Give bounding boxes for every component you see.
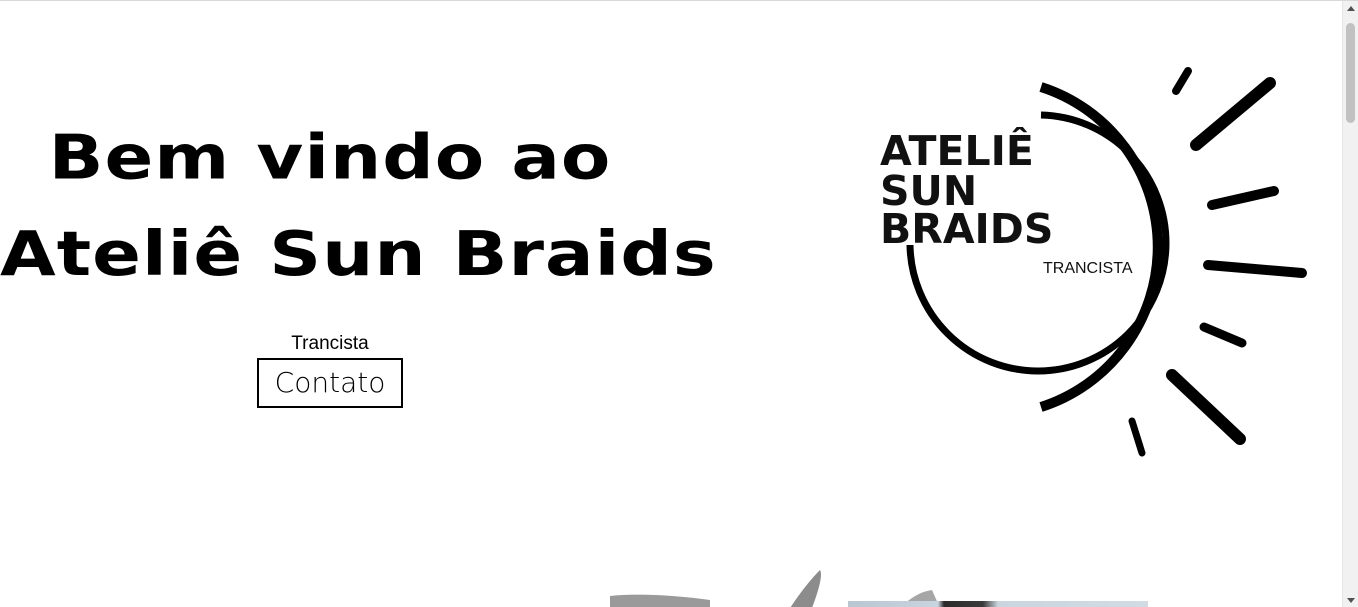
page: Bem vindo ao Ateliê Sun Braids Trancista… (0, 0, 1358, 607)
hero-subtitle: Trancista (291, 333, 369, 354)
brand-logo: ATELIÊ SUN BRAIDS TRANCISTA (880, 67, 1307, 457)
hero-title-line1: Bem vindo ao (48, 121, 612, 194)
scroll-up-arrow-icon[interactable] (1347, 6, 1355, 11)
vertical-scrollbar[interactable] (1342, 1, 1358, 607)
gallery-image-preview (848, 601, 1148, 607)
hero-section: Bem vindo ao Ateliê Sun Braids Trancista… (0, 109, 717, 408)
logo-line3: BRAIDS (880, 205, 1053, 253)
hero-title: Bem vindo ao Ateliê Sun Braids (0, 109, 717, 302)
scroll-thumb[interactable] (1346, 23, 1355, 123)
hero-title-line2: Ateliê Sun Braids (0, 217, 717, 290)
logo-tagline: TRANCISTA (1043, 260, 1133, 277)
contact-button[interactable]: Contato (257, 358, 403, 408)
scroll-down-arrow-icon[interactable] (1347, 598, 1355, 603)
